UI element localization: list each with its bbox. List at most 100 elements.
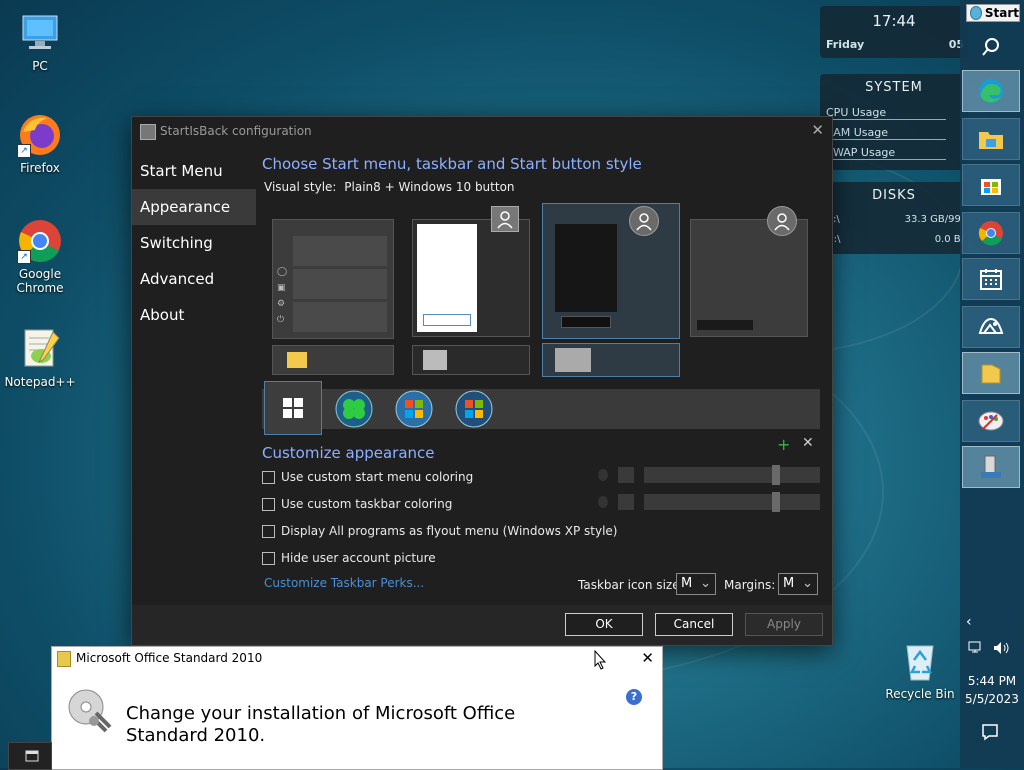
- taskbar-clock-date[interactable]: 5/5/2023: [960, 692, 1024, 706]
- ok-button[interactable]: OK: [565, 613, 643, 636]
- nav-appearance[interactable]: Appearance: [132, 189, 256, 225]
- margins-select[interactable]: M ⌄: [778, 573, 818, 595]
- remove-style-button[interactable]: ✕: [802, 435, 814, 451]
- thumb-avatar: [629, 206, 659, 236]
- volume-tray-icon[interactable]: [992, 640, 1010, 656]
- checkbox[interactable]: [262, 551, 275, 565]
- option-label: Display All programs as flyout menu (Win…: [281, 524, 618, 538]
- customize-perks-link[interactable]: Customize Taskbar Perks...: [264, 576, 424, 590]
- desktop-icon-chrome[interactable]: ↗ Google Chrome: [2, 218, 78, 295]
- taskbar-clock-time[interactable]: 5:44 PM: [960, 674, 1024, 688]
- search-icon: [982, 38, 999, 56]
- thumb-tiles: [293, 234, 387, 332]
- nav-switching[interactable]: Switching: [132, 225, 256, 261]
- network-tray-icon[interactable]: [968, 640, 986, 656]
- taskbar-photos-button[interactable]: [962, 306, 1020, 348]
- chevron-left-icon: ‹: [966, 614, 972, 630]
- taskbar-style-thumb-1[interactable]: [272, 345, 394, 375]
- help-icon: ?: [630, 690, 638, 703]
- option-hide-user-picture[interactable]: Hide user account picture: [262, 548, 436, 568]
- network-icon: [968, 641, 981, 653]
- start-button[interactable]: Start: [966, 4, 1020, 22]
- tray-expand-button[interactable]: ‹: [966, 614, 986, 634]
- start-menu-style-thumb-4[interactable]: [690, 206, 808, 337]
- taskbar-explorer-button[interactable]: [962, 118, 1020, 160]
- disk-value: 33.3 GB/99.: [904, 214, 964, 225]
- start-button-style-win10-selected[interactable]: [264, 381, 322, 435]
- start-color-drop-icon: [598, 469, 608, 481]
- add-style-button[interactable]: +: [777, 435, 790, 454]
- office-close-button[interactable]: ✕: [641, 649, 654, 667]
- search-button[interactable]: [978, 34, 1004, 60]
- start-color-slider[interactable]: [644, 465, 820, 485]
- margins-value: M: [783, 576, 795, 591]
- folder-icon: [981, 364, 1001, 384]
- desktop-icon-label: PC: [32, 59, 48, 73]
- cancel-button[interactable]: Cancel: [655, 613, 733, 636]
- office-titlebar[interactable]: Microsoft Office Standard 2010 ✕: [52, 647, 662, 669]
- style-heading: Choose Start menu, taskbar and Start but…: [262, 155, 642, 173]
- taskbar-calendar-button[interactable]: [962, 258, 1020, 300]
- desktop-icon-label: Notepad++: [4, 375, 76, 389]
- vista-orb-icon: [455, 390, 493, 428]
- start-menu-style-thumb-3-selected[interactable]: [542, 203, 680, 339]
- desktop-icon-firefox[interactable]: ↗ Firefox: [2, 112, 78, 175]
- chevron-down-icon: ⌄: [700, 576, 711, 591]
- icon-size-select[interactable]: M ⌄: [676, 573, 716, 595]
- start-button-style-clover[interactable]: [334, 389, 374, 429]
- taskbar-folder-button[interactable]: [962, 352, 1020, 394]
- nav-advanced[interactable]: Advanced: [132, 261, 256, 297]
- option-flyout-menu[interactable]: Display All programs as flyout menu (Win…: [262, 521, 617, 541]
- office-help-button[interactable]: ?: [626, 689, 642, 705]
- system-row: RAM Usage: [826, 126, 946, 140]
- notification-button[interactable]: [980, 722, 1000, 742]
- start-menu-style-thumb-2[interactable]: [412, 206, 530, 337]
- taskbar-installer-button[interactable]: [962, 446, 1020, 488]
- notepadpp-icon: [17, 326, 63, 372]
- taskbar-edge-button[interactable]: [962, 70, 1020, 112]
- customize-heading: Customize appearance: [262, 444, 435, 462]
- start-menu-style-thumb-1[interactable]: ◯ ▣ ⚙ ⏻: [272, 219, 394, 339]
- chrome-icon: [978, 221, 1003, 246]
- taskbar-paint-button[interactable]: [962, 400, 1020, 442]
- start-orb-icon: [970, 6, 982, 20]
- nav-about[interactable]: About: [132, 297, 256, 333]
- taskbar-color-drop-icon: [598, 496, 608, 508]
- taskbar-chrome-button[interactable]: [962, 212, 1020, 254]
- taskbar-store-button[interactable]: [962, 164, 1020, 206]
- checkbox[interactable]: [262, 524, 275, 538]
- apply-button[interactable]: Apply: [745, 613, 823, 636]
- taskbar-color-slider[interactable]: [644, 492, 820, 512]
- recycle-bin-icon: [897, 638, 943, 684]
- taskbar-color-swatch[interactable]: [618, 494, 634, 510]
- start-button-style-win7[interactable]: [394, 389, 434, 429]
- firefox-icon: ↗: [17, 112, 63, 158]
- desktop-icon-pc[interactable]: PC: [2, 10, 78, 73]
- start-button-style-vista[interactable]: [454, 389, 494, 429]
- cd-setup-icon: [68, 689, 112, 733]
- system-widget: SYSTEM CPU Usage RAM Usage SWAP Usage: [820, 74, 968, 170]
- sib-titlebar[interactable]: StartIsBack configuration ✕: [132, 117, 832, 145]
- user-icon: [774, 213, 790, 231]
- checkbox[interactable]: [262, 497, 275, 511]
- file-explorer-icon: [979, 132, 1003, 149]
- desktop-icon-notepadpp[interactable]: Notepad++: [2, 326, 78, 389]
- taskbar-style-thumb-2[interactable]: [412, 345, 530, 375]
- slider-knob[interactable]: [772, 465, 780, 485]
- start-color-swatch[interactable]: [618, 467, 634, 483]
- desktop-icon-recycle-bin[interactable]: Recycle Bin: [882, 638, 958, 701]
- hidden-window-tab[interactable]: [8, 742, 52, 770]
- start-button-label: Start: [984, 6, 1019, 20]
- system-widget-title: SYSTEM: [865, 80, 923, 95]
- volume-icon: [994, 642, 1009, 654]
- widget-clock-day: Friday: [826, 38, 865, 51]
- thumb-search-box: [697, 320, 753, 330]
- checkbox[interactable]: [262, 470, 275, 484]
- option-custom-start-color[interactable]: Use custom start menu coloring: [262, 467, 473, 487]
- office-title: Microsoft Office Standard 2010: [76, 651, 263, 665]
- taskbar-style-thumb-3-selected[interactable]: [542, 343, 680, 377]
- sib-close-button[interactable]: ✕: [811, 121, 824, 139]
- option-custom-taskbar-color[interactable]: Use custom taskbar coloring: [262, 494, 452, 514]
- nav-start-menu[interactable]: Start Menu: [132, 153, 256, 189]
- slider-knob[interactable]: [772, 492, 780, 512]
